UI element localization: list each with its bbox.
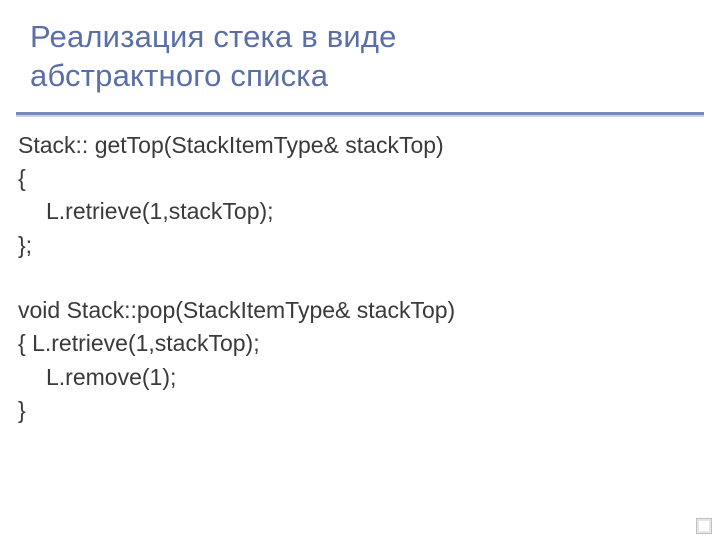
code-line-6: { L.retrieve(1,stackTop); (18, 327, 702, 360)
title-block: Реализация стека в виде абстрактного спи… (0, 0, 720, 106)
slide-body: Stack:: getTop(StackItemType& stackTop) … (0, 117, 720, 428)
blank-line (18, 262, 702, 294)
slide: Реализация стека в виде абстрактного спи… (0, 0, 720, 540)
code-line-1: Stack:: getTop(StackItemType& stackTop) (18, 129, 702, 162)
title-line-2: абстрактного списка (30, 58, 328, 93)
code-line-3: L.retrieve(1,stackTop); (18, 195, 702, 228)
title-line-1: Реализация стека в виде (30, 19, 397, 54)
corner-decor-icon (696, 518, 712, 534)
slide-title: Реализация стека в виде абстрактного спи… (30, 18, 690, 96)
code-line-4: }; (18, 229, 702, 262)
code-line-7: L.remove(1); (18, 361, 702, 394)
code-line-8: } (18, 394, 702, 427)
code-line-5: void Stack::pop(StackItemType& stackTop) (18, 294, 702, 327)
code-line-2: { (18, 162, 702, 195)
